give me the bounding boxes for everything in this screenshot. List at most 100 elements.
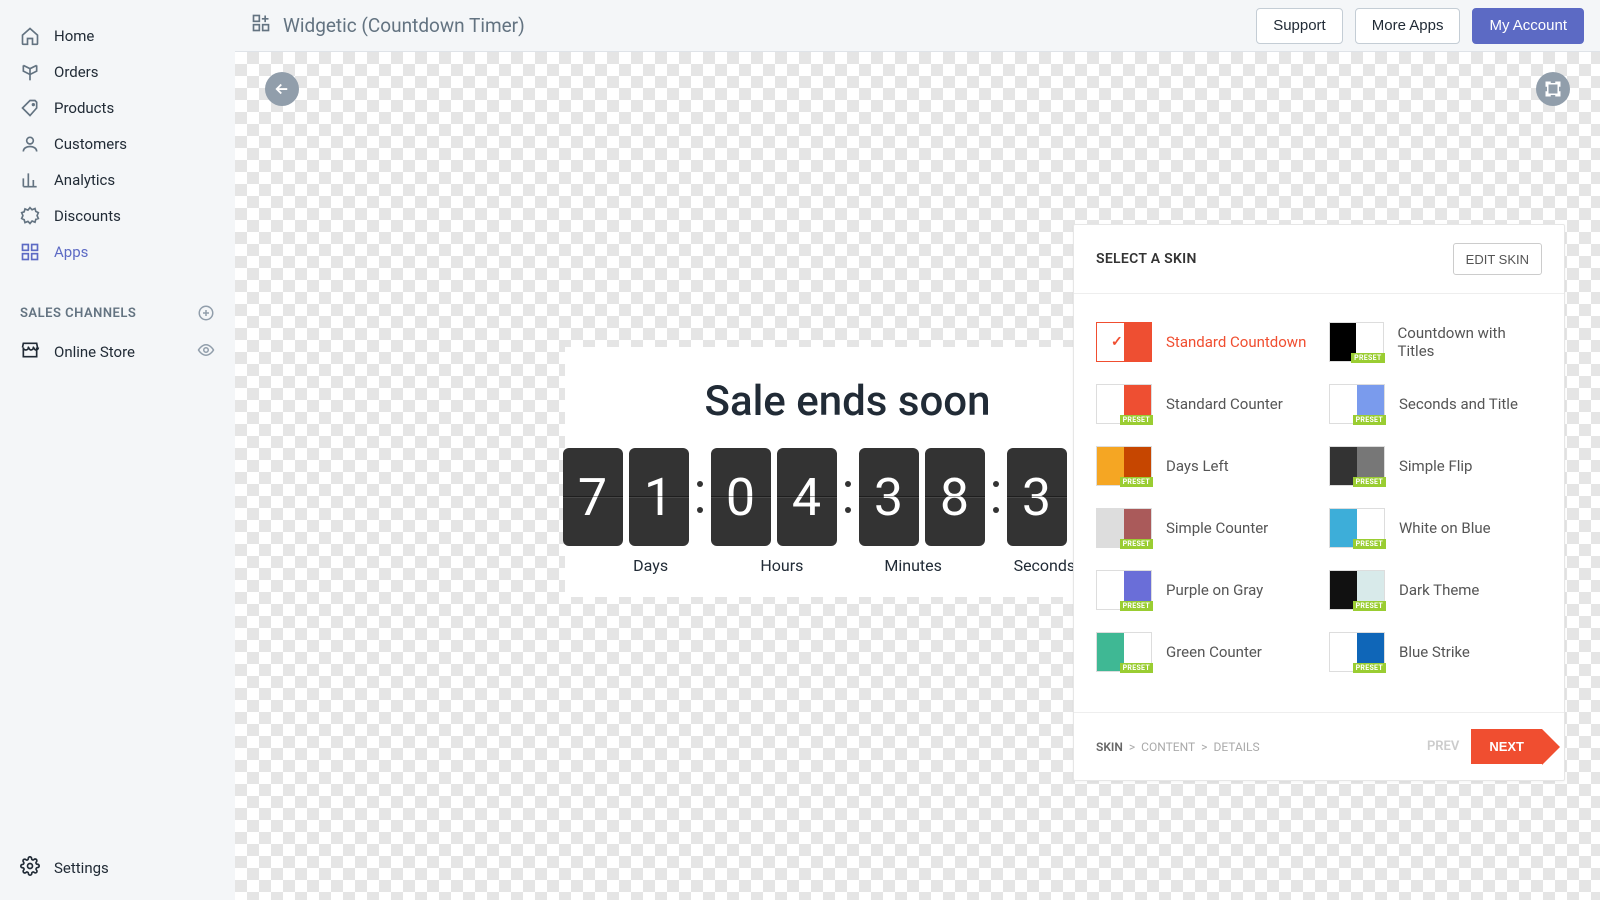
- skin-label: Green Counter: [1166, 643, 1262, 661]
- editor-canvas: Sale ends soon 7 1 0 4 3 8 3: [235, 52, 1600, 900]
- hours-group: 0 4: [711, 448, 837, 546]
- my-account-button[interactable]: My Account: [1472, 8, 1584, 44]
- store-icon: [20, 340, 40, 364]
- next-button[interactable]: NEXT: [1471, 729, 1542, 764]
- discounts-icon: [20, 206, 40, 226]
- panel-title: SELECT A SKIN: [1096, 251, 1197, 267]
- skin-swatch: PRESET: [1329, 632, 1385, 672]
- skin-option[interactable]: PRESETStandard Counter: [1096, 384, 1309, 424]
- nav-orders[interactable]: Orders: [0, 54, 235, 90]
- gear-icon: [20, 856, 40, 880]
- more-apps-button[interactable]: More Apps: [1355, 8, 1461, 44]
- home-icon: [20, 26, 40, 46]
- nav-label: Discounts: [54, 207, 121, 225]
- app-title: Widgetic (Countdown Timer): [251, 13, 525, 38]
- skin-swatch: PRESET: [1096, 384, 1152, 424]
- skin-option[interactable]: PRESET White on Blue: [1329, 508, 1542, 548]
- analytics-icon: [20, 170, 40, 190]
- skin-swatch: PRESET: [1329, 384, 1385, 424]
- customers-icon: [20, 134, 40, 154]
- channel-label: Online Store: [54, 343, 135, 361]
- skin-option[interactable]: PRESET Green Counter: [1096, 632, 1309, 672]
- skin-swatch: PRESET: [1329, 570, 1385, 610]
- prev-button: PREV: [1427, 739, 1459, 754]
- skin-label: Simple Counter: [1166, 519, 1268, 537]
- digit: 7: [563, 448, 623, 546]
- skin-swatch: PRESET: [1096, 632, 1152, 672]
- orders-icon: [20, 62, 40, 82]
- preset-tag: PRESET: [1120, 601, 1153, 611]
- days-label: Days: [585, 556, 716, 575]
- unit-labels: Days Hours Minutes Seconds: [585, 556, 1110, 575]
- days-group: 7 1: [563, 448, 689, 546]
- crumb-content[interactable]: CONTENT: [1141, 740, 1195, 754]
- skin-option[interactable]: PRESETDays Left: [1096, 446, 1309, 486]
- skin-label: Countdown with Titles: [1398, 324, 1542, 360]
- sales-channels-label: SALES CHANNELS: [20, 306, 136, 321]
- skin-option[interactable]: Standard Countdown: [1096, 322, 1309, 362]
- flip-row: 7 1 0 4 3 8 3 0: [585, 448, 1110, 546]
- skin-option[interactable]: PRESETBlue Strike: [1329, 632, 1542, 672]
- skin-option[interactable]: PRESETDark Theme: [1329, 570, 1542, 610]
- skin-option[interactable]: PRESETSimple Flip: [1329, 446, 1542, 486]
- nav-label: Home: [54, 27, 94, 45]
- preset-tag: PRESET: [1351, 353, 1384, 363]
- edit-skin-button[interactable]: EDIT SKIN: [1453, 243, 1542, 275]
- nav-discounts[interactable]: Discounts: [0, 198, 235, 234]
- skin-label: Seconds and Title: [1399, 395, 1518, 413]
- digit: 8: [925, 448, 985, 546]
- skin-label: Purple on Gray: [1166, 581, 1263, 599]
- skin-option[interactable]: PRESET Countdown with Titles: [1329, 322, 1542, 362]
- digit: 3: [1007, 448, 1067, 546]
- digit: 0: [711, 448, 771, 546]
- skin-label: Simple Flip: [1399, 457, 1472, 475]
- view-store-icon[interactable]: [197, 341, 215, 363]
- skin-label: White on Blue: [1399, 519, 1491, 537]
- channel-online-store[interactable]: Online Store: [0, 332, 235, 372]
- nav-apps[interactable]: Apps: [0, 234, 235, 270]
- nav-label: Analytics: [54, 171, 115, 189]
- preset-tag: PRESET: [1353, 539, 1386, 549]
- skin-option[interactable]: PRESET Purple on Gray: [1096, 570, 1309, 610]
- digit: 1: [629, 448, 689, 546]
- fullscreen-button[interactable]: [1536, 72, 1570, 106]
- nav-settings[interactable]: Settings: [0, 836, 235, 900]
- panel-footer: SKIN > CONTENT > DETAILS PREV NEXT: [1074, 712, 1564, 780]
- skin-grid: Standard Countdown PRESET Countdown with T…: [1074, 294, 1564, 712]
- nav-customers[interactable]: Customers: [0, 126, 235, 162]
- digit: 3: [859, 448, 919, 546]
- apps-icon: [20, 242, 40, 262]
- nav-analytics[interactable]: Analytics: [0, 162, 235, 198]
- skin-option[interactable]: PRESET Seconds and Title: [1329, 384, 1542, 424]
- separator: [991, 481, 1001, 513]
- preset-tag: PRESET: [1353, 663, 1386, 673]
- products-icon: [20, 98, 40, 118]
- skin-swatch: PRESET: [1329, 322, 1384, 362]
- skin-swatch: PRESET: [1096, 446, 1152, 486]
- nav-label: Products: [54, 99, 114, 117]
- app-title-text: Widgetic (Countdown Timer): [283, 14, 525, 37]
- skin-swatch: PRESET: [1329, 508, 1385, 548]
- topbar: Widgetic (Countdown Timer) Support More …: [235, 0, 1600, 52]
- wizard-breadcrumbs: SKIN > CONTENT > DETAILS: [1096, 740, 1260, 754]
- skin-option[interactable]: PRESET Simple Counter: [1096, 508, 1309, 548]
- nav-products[interactable]: Products: [0, 90, 235, 126]
- crumb-skin[interactable]: SKIN: [1096, 740, 1123, 754]
- add-channel-icon[interactable]: [197, 304, 215, 322]
- crumb-details[interactable]: DETAILS: [1213, 740, 1259, 754]
- preset-tag: PRESET: [1353, 415, 1386, 425]
- separator: [843, 481, 853, 513]
- preset-tag: PRESET: [1120, 663, 1153, 673]
- sidebar: Home Orders Products Customers Analytics…: [0, 0, 235, 900]
- support-button[interactable]: Support: [1256, 8, 1343, 44]
- back-button[interactable]: [265, 72, 299, 106]
- preset-tag: PRESET: [1120, 415, 1153, 425]
- nav-home[interactable]: Home: [0, 18, 235, 54]
- preset-tag: PRESET: [1120, 539, 1153, 549]
- nav-label: Apps: [54, 243, 88, 261]
- preview-title: Sale ends soon: [585, 377, 1110, 426]
- settings-label: Settings: [54, 859, 109, 877]
- digit: 4: [777, 448, 837, 546]
- main: Widgetic (Countdown Timer) Support More …: [235, 0, 1600, 900]
- skin-swatch: PRESET: [1096, 508, 1152, 548]
